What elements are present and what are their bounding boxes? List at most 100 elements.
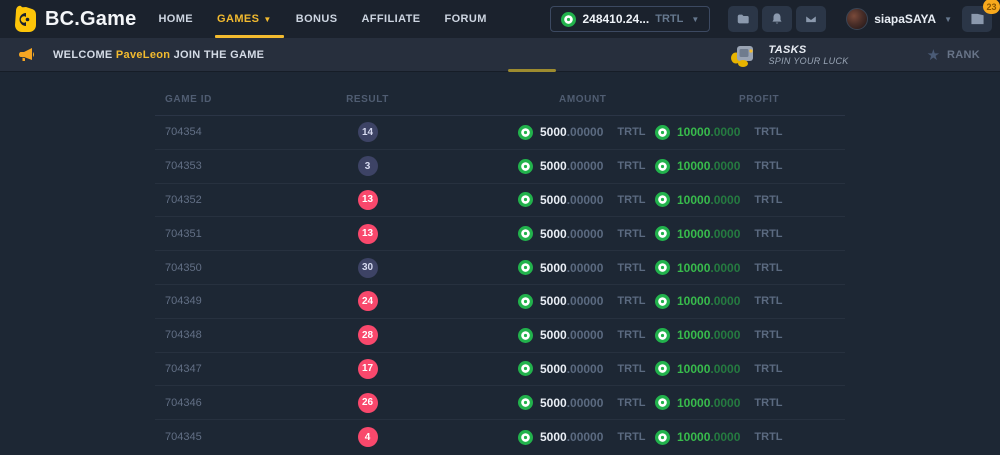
profit-cell: 10000.0000 TRTL (655, 328, 845, 343)
profit-cell: 10000.0000 TRTL (655, 395, 845, 410)
trtl-coin-icon (518, 294, 533, 309)
table-row[interactable]: 704350 30 5000.00000 TRTL 10000.0000 TRT… (155, 251, 845, 285)
welcome-username: PaveLeon (116, 49, 170, 61)
currency-label: TRTL (754, 431, 782, 443)
nav-games[interactable]: GAMES▼ (217, 0, 272, 38)
table-row[interactable]: 704349 24 5000.00000 TRTL 10000.0000 TRT… (155, 285, 845, 319)
nav-forum[interactable]: FORUM (444, 0, 486, 38)
trtl-coin-icon (518, 159, 533, 174)
currency-label: TRTL (617, 363, 645, 375)
amount-cell: 5000.00000 TRTL (420, 361, 655, 376)
result-number-badge: 14 (358, 122, 378, 142)
user-menu[interactable]: siapaSAYA ▼ (846, 8, 952, 30)
table-row[interactable]: 704352 13 5000.00000 TRTL 10000.0000 TRT… (155, 184, 845, 218)
game-id-cell: 704353 (155, 160, 315, 172)
currency-label: TRTL (617, 329, 645, 341)
tasks-widget[interactable]: TASKS SPIN YOUR LUCK (729, 42, 849, 68)
trtl-coin-icon (655, 328, 670, 343)
tasks-title: TASKS (769, 44, 849, 57)
currency-label: TRTL (754, 295, 782, 307)
currency-label: TRTL (754, 262, 782, 274)
result-cell: 24 (315, 291, 420, 311)
result-number-badge: 26 (358, 393, 378, 413)
balance-currency: TRTL (655, 13, 683, 25)
bell-icon (770, 12, 784, 26)
nav-bonus[interactable]: BONUS (296, 0, 338, 38)
currency-label: TRTL (617, 160, 645, 172)
profit-cell: 10000.0000 TRTL (655, 159, 845, 174)
result-cell: 4 (315, 427, 420, 447)
table-row[interactable]: 704348 28 5000.00000 TRTL 10000.0000 TRT… (155, 319, 845, 353)
table-row[interactable]: 704345 4 5000.00000 TRTL 10000.0000 TRTL (155, 420, 845, 454)
chat-unread-badge: 23 (983, 0, 1000, 14)
brand-logo[interactable]: BC.Game (12, 5, 136, 33)
game-id-cell: 704351 (155, 228, 315, 240)
trtl-coin-icon (655, 192, 670, 207)
messages-button[interactable] (796, 6, 826, 32)
result-cell: 13 (315, 224, 420, 244)
amount-cell: 5000.00000 TRTL (420, 226, 655, 241)
bcgame-logo-icon (12, 5, 37, 33)
rank-widget[interactable]: ★ RANK (927, 46, 980, 64)
rank-label: RANK (947, 49, 980, 61)
tasks-spinner-icon (729, 42, 759, 68)
amount-cell: 5000.00000 TRTL (420, 294, 655, 309)
currency-label: TRTL (754, 329, 782, 341)
game-id-cell: 704352 (155, 194, 315, 206)
trtl-coin-icon (518, 125, 533, 140)
welcome-banner: WELCOME PaveLeon JOIN THE GAME TASKS SPI… (0, 38, 1000, 72)
table-body: 704354 14 5000.00000 TRTL 10000.0000 TRT… (155, 116, 845, 454)
trtl-coin-icon (655, 226, 670, 241)
chat-button[interactable]: 23 (962, 6, 992, 32)
bets-table: GAME ID RESULT AMOUNT PROFIT 704354 14 5… (155, 84, 845, 454)
profit-cell: 10000.0000 TRTL (655, 430, 845, 445)
wallet-button[interactable] (728, 6, 758, 32)
trtl-coin-icon (518, 361, 533, 376)
profit-cell: 10000.0000 TRTL (655, 294, 845, 309)
username: siapaSAYA (874, 12, 936, 26)
header-result: RESULT (315, 94, 420, 105)
balance-dropdown[interactable]: 248410.24... TRTL ▼ (550, 6, 710, 32)
result-cell: 26 (315, 393, 420, 413)
result-number-badge: 3 (358, 156, 378, 176)
balance-value: 248410.24... (582, 12, 649, 26)
currency-label: TRTL (617, 228, 645, 240)
header-amount: AMOUNT (420, 94, 655, 105)
currency-label: TRTL (617, 262, 645, 274)
table-row[interactable]: 704354 14 5000.00000 TRTL 10000.0000 TRT… (155, 116, 845, 150)
trtl-coin-icon (655, 430, 670, 445)
result-cell: 3 (315, 156, 420, 176)
trtl-coin-icon (561, 12, 576, 27)
chevron-down-icon: ▼ (691, 15, 699, 24)
chevron-down-icon: ▼ (263, 15, 271, 24)
nav-home[interactable]: HOME (158, 0, 193, 38)
table-row[interactable]: 704353 3 5000.00000 TRTL 10000.0000 TRTL (155, 150, 845, 184)
profit-cell: 10000.0000 TRTL (655, 192, 845, 207)
nav-affiliate[interactable]: AFFILIATE (361, 0, 420, 38)
brand-name: BC.Game (45, 8, 136, 31)
chevron-down-icon: ▼ (944, 15, 952, 24)
table-row[interactable]: 704346 26 5000.00000 TRTL 10000.0000 TRT… (155, 386, 845, 420)
currency-label: TRTL (754, 228, 782, 240)
result-number-badge: 4 (358, 427, 378, 447)
currency-label: TRTL (617, 295, 645, 307)
game-id-cell: 704347 (155, 363, 315, 375)
notifications-button[interactable] (762, 6, 792, 32)
currency-label: TRTL (617, 126, 645, 138)
currency-label: TRTL (754, 194, 782, 206)
result-number-badge: 30 (358, 258, 378, 278)
trtl-coin-icon (518, 226, 533, 241)
result-cell: 13 (315, 190, 420, 210)
tasks-subtitle: SPIN YOUR LUCK (769, 56, 849, 66)
table-row[interactable]: 704351 13 5000.00000 TRTL 10000.0000 TRT… (155, 217, 845, 251)
header-game-id: GAME ID (155, 94, 315, 105)
chat-icon (970, 12, 985, 26)
header-profit: PROFIT (655, 94, 845, 105)
game-id-cell: 704346 (155, 397, 315, 409)
game-id-cell: 704354 (155, 126, 315, 138)
table-row[interactable]: 704347 17 5000.00000 TRTL 10000.0000 TRT… (155, 353, 845, 387)
profit-cell: 10000.0000 TRTL (655, 125, 845, 140)
trtl-coin-icon (655, 395, 670, 410)
game-id-cell: 704345 (155, 431, 315, 443)
main-nav: HOME GAMES▼ BONUS AFFILIATE FORUM (158, 0, 486, 38)
